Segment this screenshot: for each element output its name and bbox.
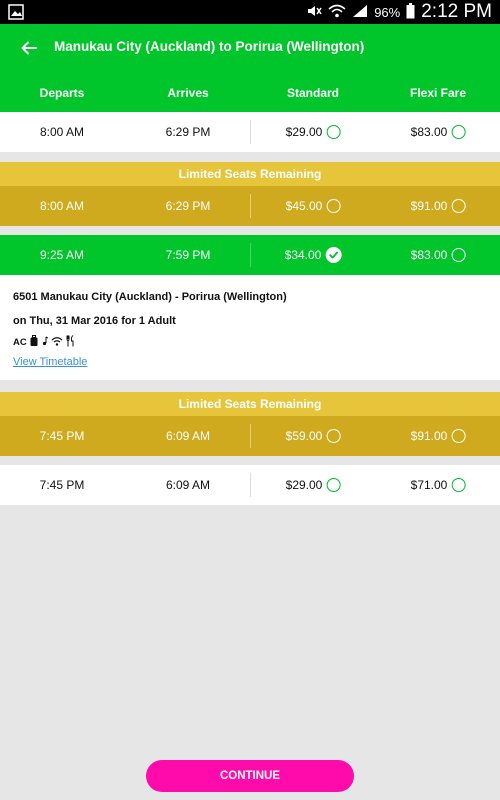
status-bar: 96% 2:12 PM	[0, 0, 500, 24]
depart-time: 9:25 AM	[39, 248, 85, 262]
standard-fare-option[interactable]: $34.00	[285, 247, 342, 263]
flexi-fare-price: $83.00	[410, 125, 448, 139]
limited-seats-banner: Limited Seats Remaining	[0, 392, 500, 416]
header-departs: Departs	[39, 86, 85, 100]
radio-unchecked-icon[interactable]	[451, 248, 466, 262]
flexi-fare-option[interactable]: $91.00	[411, 429, 466, 443]
column-header: Departs Arrives Standard Flexi Fare	[0, 72, 500, 112]
radio-unchecked-icon[interactable]	[326, 125, 341, 139]
standard-fare-price: $59.00	[285, 429, 323, 443]
standard-fare-option[interactable]: $59.00	[286, 429, 341, 443]
trip-row-selected[interactable]: 9:25 AM 7:59 PM $34.00 $83.00	[0, 235, 500, 275]
header-arrives: Arrives	[167, 86, 209, 100]
signal-icon	[352, 4, 368, 21]
continue-button[interactable]: CONTINUE	[146, 760, 354, 792]
radio-unchecked-icon[interactable]	[326, 429, 341, 443]
trip-row[interactable]: 8:00 AM 6:29 PM $29.00 $83.00	[0, 112, 500, 152]
header-standard: Standard	[286, 86, 340, 100]
trip-row[interactable]: 8:00 AM 6:29 PM $45.00 $91.00	[0, 186, 500, 226]
back-arrow-icon[interactable]	[14, 34, 44, 62]
ac-label: AC	[13, 337, 27, 348]
divider	[250, 243, 251, 267]
limited-seats-banner: Limited Seats Remaining	[0, 162, 500, 186]
food-icon	[66, 335, 75, 350]
depart-time: 8:00 AM	[39, 199, 85, 213]
depart-time: 7:45 PM	[39, 478, 85, 492]
wifi-icon	[328, 4, 346, 21]
divider	[250, 424, 251, 448]
flexi-fare-option[interactable]: $91.00	[411, 199, 466, 213]
header-flexi-fare: Flexi Fare	[409, 86, 467, 100]
battery-percent: 96%	[374, 4, 401, 20]
standard-fare-option[interactable]: $45.00	[286, 199, 341, 213]
flexi-fare-price: $83.00	[410, 248, 448, 262]
standard-fare-price: $29.00	[285, 125, 323, 139]
checkmark-icon[interactable]	[325, 247, 342, 263]
flexi-fare-option[interactable]: $83.00	[411, 125, 466, 139]
arrive-time: 7:59 PM	[165, 248, 211, 262]
standard-fare-option[interactable]: $29.00	[286, 478, 341, 492]
standard-fare-price: $34.00	[284, 248, 322, 262]
flexi-fare-option[interactable]: $83.00	[411, 248, 466, 262]
radio-unchecked-icon[interactable]	[451, 478, 466, 492]
flexi-fare-price: $91.00	[410, 199, 448, 213]
depart-time: 7:45 PM	[39, 429, 85, 443]
arrive-time: 6:29 PM	[165, 125, 211, 139]
radio-unchecked-icon[interactable]	[451, 125, 466, 139]
flexi-fare-price: $71.00	[410, 478, 448, 492]
app-bar: Manukau City (Auckland) to Porirua (Well…	[0, 24, 500, 72]
standard-fare-price: $45.00	[285, 199, 323, 213]
standard-fare-option[interactable]: $29.00	[286, 125, 341, 139]
amenities: AC	[13, 335, 75, 350]
music-icon	[41, 336, 48, 349]
arrive-time: 6:09 AM	[165, 478, 211, 492]
radio-unchecked-icon[interactable]	[326, 478, 341, 492]
flexi-fare-price: $91.00	[410, 429, 448, 443]
standard-fare-price: $29.00	[285, 478, 323, 492]
travel-date: on Thu, 31 Mar 2016 for 1 Adult	[13, 315, 176, 327]
divider	[250, 120, 251, 144]
radio-unchecked-icon[interactable]	[451, 429, 466, 443]
gallery-icon	[8, 4, 24, 20]
wifi-icon	[51, 336, 63, 349]
trip-details-panel: 6501 Manukau City (Auckland) - Porirua (…	[0, 275, 500, 380]
mute-icon	[306, 4, 322, 21]
page-title: Manukau City (Auckland) to Porirua (Well…	[54, 39, 365, 54]
radio-unchecked-icon[interactable]	[326, 199, 341, 213]
luggage-icon	[30, 335, 38, 350]
divider	[250, 473, 251, 497]
trip-row[interactable]: 7:45 PM 6:09 AM $59.00 $91.00	[0, 416, 500, 456]
service-name: 6501 Manukau City (Auckland) - Porirua (…	[13, 291, 287, 303]
trip-row[interactable]: 7:45 PM 6:09 AM $29.00 $71.00	[0, 465, 500, 505]
arrive-time: 6:09 AM	[165, 429, 211, 443]
flexi-fare-option[interactable]: $71.00	[411, 478, 466, 492]
clock: 2:12 PM	[421, 1, 492, 22]
battery-icon	[406, 2, 415, 22]
radio-unchecked-icon[interactable]	[451, 199, 466, 213]
depart-time: 8:00 AM	[39, 125, 85, 139]
view-timetable-link[interactable]: View Timetable	[13, 356, 87, 368]
divider	[250, 194, 251, 218]
arrive-time: 6:29 PM	[165, 199, 211, 213]
